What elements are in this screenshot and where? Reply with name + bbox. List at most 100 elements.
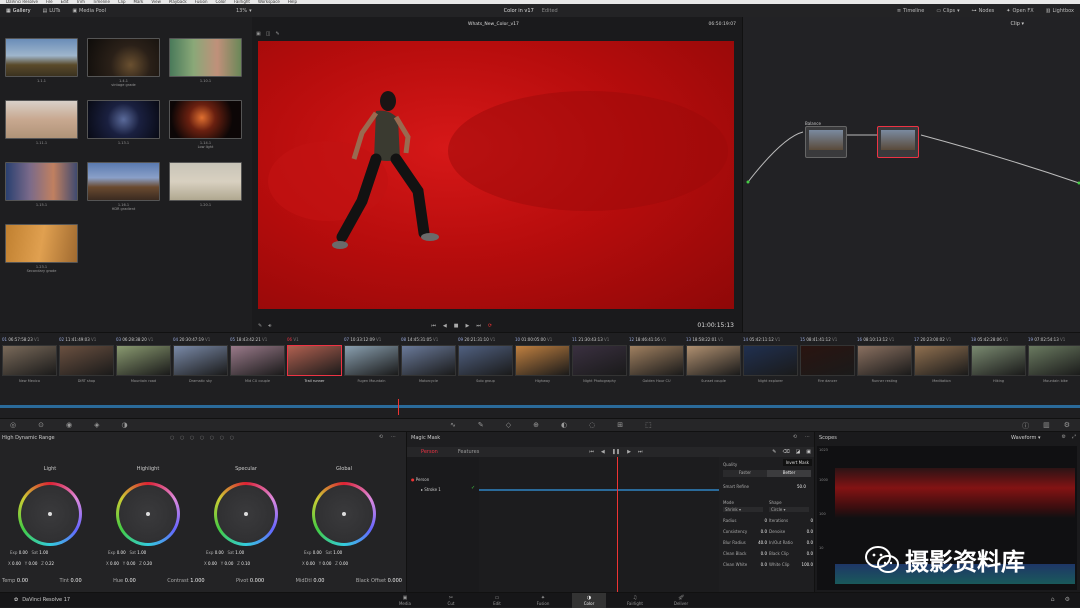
- tracker-icon[interactable]: ⊕: [533, 421, 539, 429]
- page-tab-cut[interactable]: ✂Cut: [434, 593, 468, 608]
- viewer-image[interactable]: [258, 41, 734, 309]
- param-black-offset[interactable]: Black Offset 0.000: [356, 578, 402, 584]
- rgb-mixer-icon[interactable]: ◑: [121, 421, 127, 429]
- reset-icon[interactable]: ⟲: [793, 434, 797, 440]
- page-tab-media[interactable]: ▣Media: [388, 593, 422, 608]
- clip-thumbnail[interactable]: [800, 345, 855, 376]
- skip-forward-icon[interactable]: ⏭: [476, 323, 481, 329]
- wheel-puck[interactable]: [244, 512, 248, 516]
- still-thumbnail[interactable]: [5, 162, 78, 201]
- overlay-icon[interactable]: ▣: [806, 449, 811, 455]
- invert-mask-icon[interactable]: ◪: [796, 449, 801, 455]
- sizing-icon[interactable]: ⬚: [645, 421, 652, 429]
- camera-raw-icon[interactable]: ◎: [10, 421, 16, 429]
- key-icon[interactable]: ⊞: [617, 421, 623, 429]
- track-back-icon[interactable]: ◀: [601, 449, 605, 455]
- still-thumbnail[interactable]: [5, 224, 78, 263]
- image-wipe-icon[interactable]: ▣: [256, 31, 261, 37]
- page-tab-fusion[interactable]: ✦Fusion: [526, 593, 560, 608]
- still-thumbnail[interactable]: [5, 38, 78, 77]
- clip-thumbnail[interactable]: [173, 345, 228, 376]
- page-tab-fairlight[interactable]: ♫Fairlight: [618, 593, 652, 608]
- gallery-tab[interactable]: ▦Gallery: [0, 8, 37, 14]
- param-pivot[interactable]: Pivot 0.000: [236, 578, 264, 584]
- luts-tab[interactable]: ▤LUTs: [37, 8, 67, 14]
- wheel-xyz[interactable]: X 0.00 Y 0.00 Z 0.20: [106, 561, 152, 566]
- clip-thumbnail[interactable]: [230, 345, 285, 376]
- scope-mode-select[interactable]: Waveform ▾: [1011, 435, 1041, 441]
- clip-thumbnail[interactable]: [2, 345, 57, 376]
- wheel-xyz[interactable]: X 0.00 Y 0.00 Z 0.10: [204, 561, 250, 566]
- settings-icon[interactable]: ⚙: [1064, 421, 1070, 431]
- color-picker-icon[interactable]: ✎: [258, 323, 262, 329]
- color-node[interactable]: [805, 126, 847, 158]
- page-tab-deliver[interactable]: 🚀︎Deliver: [664, 593, 698, 608]
- more-icon[interactable]: ⋯: [805, 434, 810, 440]
- page-tab-edit[interactable]: ▭Edit: [480, 593, 514, 608]
- color-wheel[interactable]: [214, 482, 278, 546]
- stop-icon[interactable]: ■: [454, 323, 459, 329]
- param-contrast[interactable]: Contrast 1.000: [167, 578, 204, 584]
- color-match-icon[interactable]: ⊙: [38, 421, 44, 429]
- track-forward-icon[interactable]: ▶: [627, 449, 631, 455]
- mask-param[interactable]: White Clip100.0: [769, 562, 813, 567]
- clip-thumbnail[interactable]: [401, 345, 456, 376]
- playhead[interactable]: [398, 399, 399, 415]
- pen-icon[interactable]: ✎: [772, 449, 776, 455]
- reset-icon[interactable]: ⟲: [379, 434, 383, 440]
- track-stroke-row[interactable]: ▸ Stroke 1: [421, 487, 441, 492]
- color-wheel[interactable]: [312, 482, 376, 546]
- clip-thumbnail[interactable]: [287, 345, 342, 376]
- expand-icon[interactable]: ⤢: [1072, 434, 1076, 440]
- quality-toggle[interactable]: Faster Better: [723, 470, 811, 477]
- wheel-exp-sat[interactable]: Exp 0.00 Sat 1.00: [10, 550, 48, 555]
- skip-back-icon[interactable]: ⏮: [431, 323, 436, 329]
- tab-features[interactable]: Features: [458, 449, 480, 455]
- shape-select[interactable]: Circle ▾: [769, 507, 809, 512]
- clip-thumbnail[interactable]: [686, 345, 741, 376]
- clip-thumbnail[interactable]: [458, 345, 513, 376]
- mask-playhead[interactable]: [617, 457, 618, 592]
- wheel-xyz[interactable]: X 0.00 Y 0.00 Z 0.00: [302, 561, 348, 566]
- wheel-puck[interactable]: [342, 512, 346, 516]
- clip-thumbnail[interactable]: [116, 345, 171, 376]
- still-thumbnail[interactable]: [5, 100, 78, 139]
- wheel-exp-sat[interactable]: Exp 0.00 Sat 1.00: [108, 550, 146, 555]
- timeline-toggle[interactable]: ≡Timeline: [891, 8, 930, 14]
- clip-thumbnail[interactable]: [1028, 345, 1080, 376]
- mask-param[interactable]: In/Out Ratio0.0: [769, 540, 813, 545]
- magic-mask-icon[interactable]: ◐: [561, 421, 567, 429]
- scopes-icon[interactable]: ▥: [1043, 421, 1050, 431]
- mask-param[interactable]: Blur Radius40.0: [723, 540, 767, 545]
- param-temp[interactable]: Temp 0.00: [2, 578, 28, 584]
- track-pause-icon[interactable]: ❚❚: [612, 449, 620, 455]
- clip-thumbnail[interactable]: [914, 345, 969, 376]
- qualifier-icon[interactable]: ✎: [478, 421, 484, 429]
- more-icon[interactable]: ⋯: [391, 434, 396, 440]
- still-thumbnail[interactable]: [169, 162, 242, 201]
- eraser-icon[interactable]: ⌫: [782, 449, 789, 455]
- still-thumbnail[interactable]: [87, 100, 160, 139]
- settings-icon[interactable]: ⚙: [1062, 434, 1066, 440]
- play-icon[interactable]: ▶: [465, 323, 469, 329]
- home-icon[interactable]: ⌂: [1051, 596, 1055, 603]
- clip-thumbnail[interactable]: [515, 345, 570, 376]
- wheel-exp-sat[interactable]: Exp 0.00 Sat 1.00: [206, 550, 244, 555]
- mask-param[interactable]: Denoise0.0: [769, 529, 813, 534]
- zoom-level[interactable]: 13%▾: [230, 8, 258, 14]
- hdr-icon[interactable]: ◈: [94, 421, 99, 429]
- still-thumbnail[interactable]: [169, 100, 242, 139]
- mask-param[interactable]: Iterations0: [769, 518, 813, 523]
- loop-icon[interactable]: ⟳: [488, 323, 492, 329]
- param-middtl[interactable]: MidDtl 0.00: [296, 578, 325, 584]
- audio-icon[interactable]: 🔊︎: [268, 323, 271, 329]
- mini-timeline-track[interactable]: [0, 405, 1080, 408]
- page-tab-color[interactable]: ◑Color: [572, 593, 606, 608]
- media-pool-tab[interactable]: ▣Media Pool: [66, 8, 112, 14]
- open-fx-toggle[interactable]: ✦Open FX: [1000, 8, 1039, 14]
- clip-thumbnail[interactable]: [59, 345, 114, 376]
- param-hue[interactable]: Hue 0.00: [113, 578, 136, 584]
- lightbox-toggle[interactable]: ▥Lightbox: [1040, 8, 1080, 14]
- color-wheel[interactable]: [116, 482, 180, 546]
- window-icon[interactable]: ◇: [506, 421, 511, 429]
